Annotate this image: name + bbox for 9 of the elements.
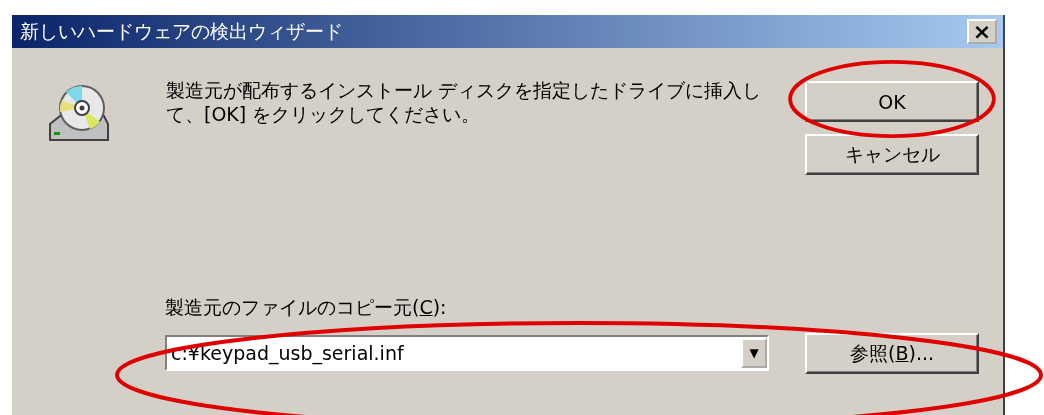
copy-from-label: 製造元のファイルのコピー元(C): (165, 295, 448, 320)
instruction-text: 製造元が配布するインストール ディスクを指定したドライブに挿入して、[OK] をクリックしてください。 (166, 78, 763, 126)
dialog-button[interactable]: OK (805, 81, 979, 122)
browse-button[interactable]: 参照(B)... (805, 333, 979, 374)
window-title: 新しいハードウェアの検出ウィザード (20, 18, 343, 44)
path-combo-box[interactable]: c:¥keypad_usb_serial.inf ▼ (165, 335, 769, 371)
dialog-button[interactable]: キャンセル (805, 134, 979, 175)
dropdown-arrow-button[interactable]: ▼ (741, 338, 767, 368)
close-button[interactable]: × (967, 19, 997, 44)
